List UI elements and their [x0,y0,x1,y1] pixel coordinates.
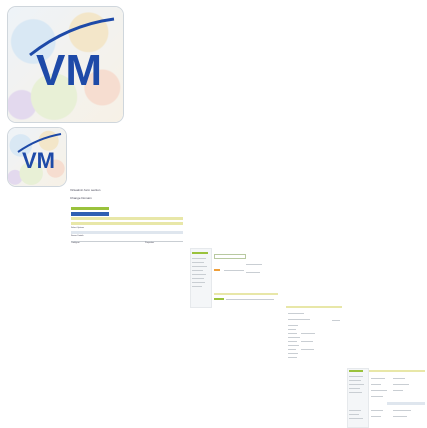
logo-text: VM [36,46,102,95]
form-footer-left: Configure [71,242,80,244]
form-row-bar [71,231,183,234]
form-yellow-row [71,217,183,220]
vm-logo-icon: VM [29,17,115,95]
dashboard-box [214,254,246,259]
screenshot-admin [347,368,427,428]
admin-sidebar [347,368,369,428]
form-footer-right: Properties [145,242,155,244]
list-header-bar [286,306,342,308]
screenshot-list [286,306,344,368]
dashboard-sidebar-green [192,252,208,254]
form-row-1: Select Options [71,227,85,229]
form-title: Virtualmin form section [70,188,101,192]
logo-small-text: VM [22,148,55,173]
dashboard-green-small [214,298,224,300]
screenshot-dashboard [190,248,282,308]
logo-tile-large: VM [7,6,124,123]
form-green-bar [71,207,109,210]
dashboard-orange [214,269,220,271]
form-divider [71,241,183,242]
screenshot-form: Virtualmin form section Change Domain Se… [69,186,187,246]
vm-logo-small-icon: VM [17,133,62,173]
dashboard-yellow [214,293,278,295]
form-subtitle: Change Domain [70,196,92,200]
admin-blue-row [387,402,425,405]
admin-yellow [369,370,425,372]
form-yellow-row-2 [71,222,183,225]
admin-green [349,370,363,372]
logo-tile-small: VM [7,127,67,187]
form-blue-bar [71,212,109,216]
form-row-2: Server Details [71,235,84,237]
